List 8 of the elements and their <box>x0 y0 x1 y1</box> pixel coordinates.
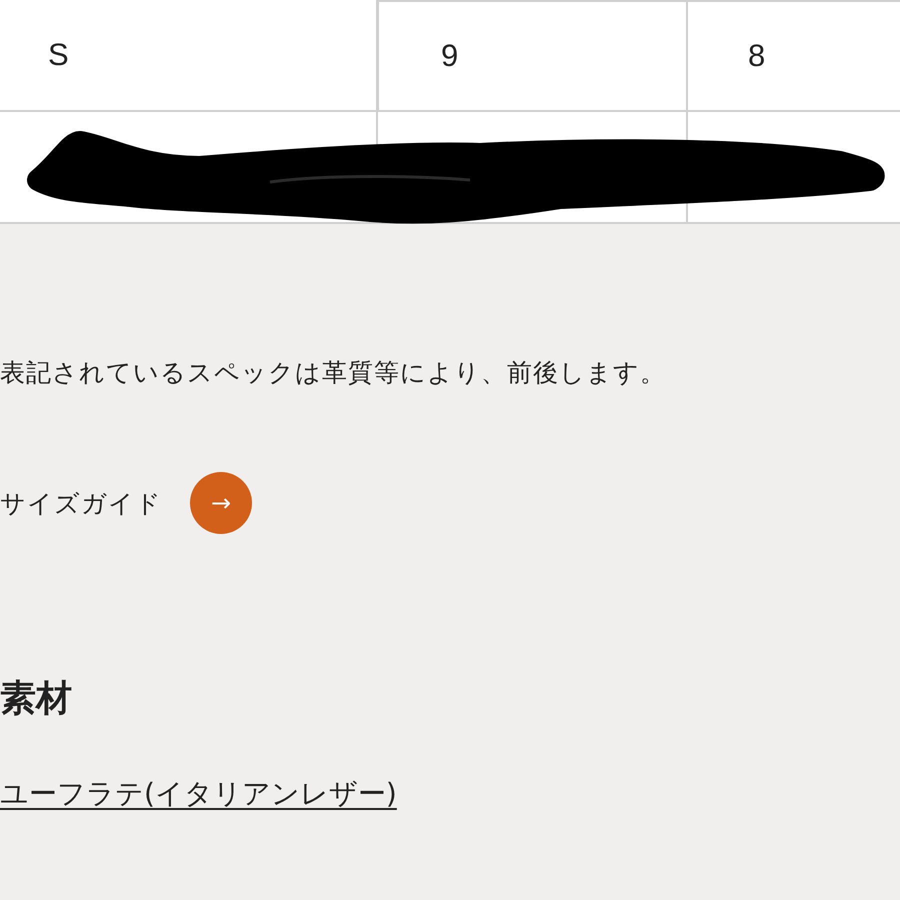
material-heading: 素材 <box>0 677 73 721</box>
table-cell-text: S <box>47 36 70 74</box>
arrow-button[interactable]: → <box>190 472 252 534</box>
material-link[interactable]: ユーフラテ(イタリアンレザー) <box>0 775 397 813</box>
spec-note: 表記されているスペックは革質等により、前後します。 <box>0 357 667 389</box>
table-cell: 8 <box>686 0 900 110</box>
table-cell: 9 <box>376 0 686 110</box>
size-guide-label: サイズガイド <box>0 488 162 520</box>
